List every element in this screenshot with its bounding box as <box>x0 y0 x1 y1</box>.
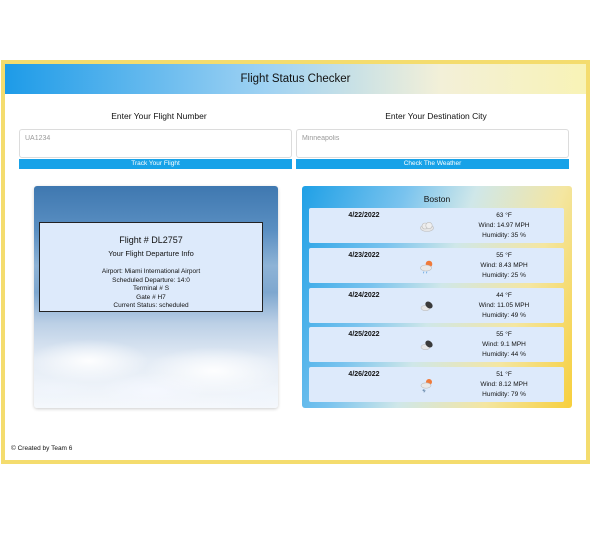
weather-city: Boston <box>423 194 451 204</box>
forecast-stats: 55 °F Wind: 8.43 MPH Humidity: 25 % <box>449 251 559 281</box>
flight-number: Flight # DL2757 <box>119 235 183 245</box>
flight-card: Flight # DL2757 Your Flight Departure In… <box>34 186 278 408</box>
forecast-temp: 55 °F <box>496 252 512 259</box>
app-frame: Flight Status Checker Enter Your Flight … <box>1 60 590 464</box>
forecast-humidity: Humidity: 79 % <box>482 391 526 398</box>
forecast-date: 4/24/2022 <box>348 292 380 299</box>
forecast-wind: Wind: 8.12 MPH <box>480 381 528 388</box>
forecast-humidity: Humidity: 49 % <box>482 312 526 319</box>
flight-info-box: Flight # DL2757 Your Flight Departure In… <box>39 222 263 312</box>
forecast-day: 4/26/2022 51 °F Wind: 8.12 MPH Humidity:… <box>309 367 564 402</box>
forecast-humidity: Humidity: 44 % <box>482 351 526 358</box>
check-weather-button[interactable]: Check The Weather <box>296 159 569 169</box>
track-flight-button[interactable]: Track Your Flight <box>19 159 292 169</box>
forecast-day: 4/25/2022 55 °F Wind: 9.1 MPH Humidity: … <box>309 327 564 362</box>
flight-departure: Scheduled Departure: 14:0 <box>112 276 190 284</box>
flight-details: Airport: Miami International Airport Sch… <box>40 268 262 311</box>
destination-city-input[interactable] <box>296 129 569 158</box>
destination-city-label: Enter Your Destination City <box>385 111 487 121</box>
sun-snow-cloud-icon <box>419 377 435 393</box>
flight-status: Current Status: scheduled <box>113 302 189 310</box>
forecast-temp: 55 °F <box>496 331 512 338</box>
forecast-temp: 44 °F <box>496 292 512 299</box>
forecast-day: 4/22/2022 63 °F Wind: 14.97 MPH Humidity… <box>309 208 564 243</box>
flight-airport: Airport: Miami International Airport <box>101 268 201 275</box>
forecast-wind: Wind: 11.05 MPH <box>478 302 530 309</box>
forecast-date: 4/22/2022 <box>348 212 380 219</box>
flight-gate: Gate # H7 <box>136 293 166 301</box>
forecast-stats: 51 °F Wind: 8.12 MPH Humidity: 79 % <box>449 370 559 400</box>
dark-cloud-icon <box>419 337 435 353</box>
forecast-wind: Wind: 14.97 MPH <box>478 222 530 229</box>
cloud-icon <box>419 218 435 234</box>
forecast-stats: 55 °F Wind: 9.1 MPH Humidity: 44 % <box>449 330 559 360</box>
forecast-wind: Wind: 8.43 MPH <box>480 262 528 269</box>
dark-cloud-icon <box>419 298 435 314</box>
forecast-stats: 44 °F Wind: 11.05 MPH Humidity: 49 % <box>449 291 559 321</box>
flight-number-input[interactable] <box>19 129 292 158</box>
header-bar: Flight Status Checker <box>5 64 586 94</box>
page-title: Flight Status Checker <box>240 73 351 85</box>
sun-behind-rain-cloud-icon <box>419 258 435 274</box>
forecast-date: 4/26/2022 <box>348 371 380 378</box>
forecast-humidity: Humidity: 35 % <box>482 232 526 239</box>
forecast-temp: 51 °F <box>496 371 512 378</box>
flight-number-label: Enter Your Flight Number <box>111 111 207 121</box>
footer-credit: © Created by Team 6 <box>11 445 73 452</box>
forecast-stats: 63 °F Wind: 14.97 MPH Humidity: 35 % <box>449 211 559 241</box>
forecast-wind: Wind: 9.1 MPH <box>482 341 526 348</box>
forecast-humidity: Humidity: 25 % <box>482 272 526 279</box>
forecast-day: 4/24/2022 44 °F Wind: 11.05 MPH Humidity… <box>309 288 564 323</box>
flight-terminal: Terminal # S <box>132 285 170 293</box>
weather-card: Boston 4/22/2022 63 °F Wind: 14.97 MPH H… <box>302 186 572 408</box>
forecast-date: 4/25/2022 <box>348 331 380 338</box>
forecast-date: 4/23/2022 <box>348 252 380 259</box>
forecast-day: 4/23/2022 55 °F Wind: 8.43 MPH Humidity:… <box>309 248 564 283</box>
flight-subtitle: Your Flight Departure Info <box>108 249 194 258</box>
forecast-temp: 63 °F <box>496 212 512 219</box>
